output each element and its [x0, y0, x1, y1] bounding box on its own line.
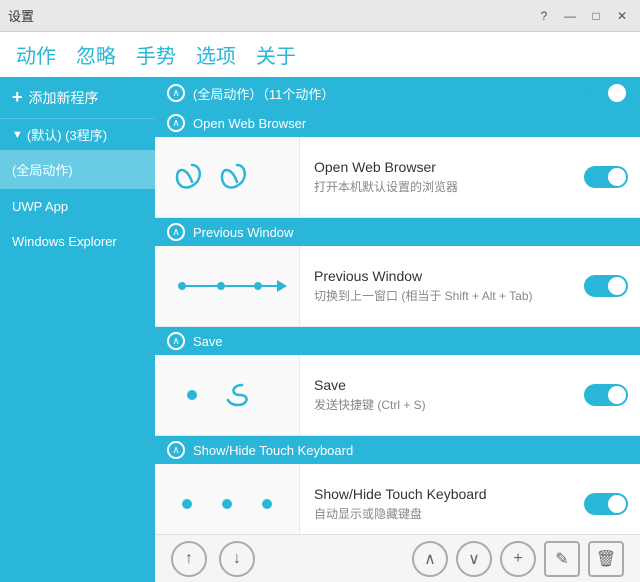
bottom-left-controls: ↑ ↓ [171, 541, 255, 577]
global-toggle[interactable] [584, 82, 628, 104]
right-content: ∧ (全局动作）（11个动作） ∧ Open Web Browser [155, 77, 640, 582]
delete-button[interactable]: 🗑 [588, 541, 624, 577]
nav-item-options[interactable]: 选项 [196, 40, 236, 69]
edit-icon: ✎ [555, 549, 568, 569]
next-button[interactable]: ∨ [456, 541, 492, 577]
gesture-svg-save [162, 365, 292, 425]
next-icon: ∨ [468, 549, 480, 569]
import-icon: ↓ [233, 550, 241, 568]
prev-icon: ∧ [424, 549, 436, 569]
sidebar-uwp-label: UWP App [12, 199, 68, 214]
pw-title: Previous Window [314, 268, 558, 284]
keyboard-toggle[interactable] [584, 493, 628, 515]
add-program-label: 添加新程序 [29, 88, 99, 108]
help-button[interactable]: ? [534, 6, 554, 26]
gesture-area-keyboard[interactable] [155, 464, 300, 534]
nav-item-ignore[interactable]: 忽略 [76, 40, 116, 69]
sidebar-default-section[interactable]: ▼ (默认) (3程序) [0, 119, 155, 150]
sidebar-item-windows-explorer[interactable]: Windows Explorer [0, 224, 155, 259]
bottom-bar: ↑ ↓ ∧ ∨ + ✎ [155, 534, 640, 582]
keyboard-desc: 自动显示或隐藏键盘 [314, 505, 558, 522]
action-info-owb: Open Web Browser 打开本机默认设置的浏览器 [300, 149, 572, 205]
keyboard-title: Show/Hide Touch Keyboard [314, 486, 558, 502]
global-collapse-icon[interactable]: ∧ [167, 84, 185, 102]
save-collapse-icon[interactable]: ∧ [167, 332, 185, 350]
action-row-keyboard: Show/Hide Touch Keyboard 自动显示或隐藏键盘 [155, 464, 640, 534]
maximize-button[interactable]: □ [586, 6, 606, 26]
save-section-label: Save [193, 334, 223, 349]
action-info-save: Save 发送快捷键 (Ctrl + S) [300, 367, 572, 423]
pw-collapse-icon[interactable]: ∧ [167, 223, 185, 241]
pw-toggle[interactable] [584, 275, 628, 297]
import-button[interactable]: ↓ [219, 541, 255, 577]
export-icon: ↑ [185, 550, 193, 568]
gesture-area-save[interactable] [155, 355, 300, 435]
sidebar: + 添加新程序 ▼ (默认) (3程序) (全局动作) UWP App Wind… [0, 77, 155, 582]
pw-desc: 切换到上一窗口 (相当于 Shift + Alt + Tab) [314, 287, 558, 304]
gesture-area-owb[interactable] [155, 137, 300, 217]
sidebar-item-global[interactable]: (全局动作) [0, 150, 155, 189]
owb-toggle[interactable] [584, 166, 628, 188]
section-header-previous-window: ∧ Previous Window [155, 218, 640, 246]
keyboard-toggle-area [572, 493, 640, 515]
close-button[interactable]: ✕ [612, 6, 632, 26]
add-icon: + [12, 87, 23, 108]
add-icon: + [513, 550, 522, 568]
save-toggle[interactable] [584, 384, 628, 406]
prev-button[interactable]: ∧ [412, 541, 448, 577]
edit-button[interactable]: ✎ [544, 541, 580, 577]
save-toggle-area [572, 384, 640, 406]
nav-bar: 动作 忽略 手势 选项 关于 [0, 32, 640, 77]
action-info-pw: Previous Window 切换到上一窗口 (相当于 Shift + Alt… [300, 258, 572, 314]
export-button[interactable]: ↑ [171, 541, 207, 577]
title-bar-controls: ? — □ ✕ [534, 6, 632, 26]
main-content: + 添加新程序 ▼ (默认) (3程序) (全局动作) UWP App Wind… [0, 77, 640, 582]
main-window: 设置 ? — □ ✕ 动作 忽略 手势 选项 关于 + 添加新程序 ▼ (默认)… [0, 0, 640, 582]
sidebar-default-label: (默认) (3程序) [27, 125, 107, 144]
bottom-right-controls: ∧ ∨ + ✎ 🗑 [412, 541, 624, 577]
collapse-icon: ▼ [12, 129, 23, 141]
title-bar-text: 设置 [8, 6, 34, 25]
gesture-area-pw[interactable] [155, 246, 300, 326]
actions-list: ∧ (全局动作）（11个动作） ∧ Open Web Browser [155, 77, 640, 534]
section-header-open-web-browser: ∧ Open Web Browser [155, 109, 640, 137]
action-info-keyboard: Show/Hide Touch Keyboard 自动显示或隐藏键盘 [300, 476, 572, 532]
pw-toggle-area [572, 275, 640, 297]
add-program-button[interactable]: + 添加新程序 [0, 77, 155, 119]
action-row-save: Save 发送快捷键 (Ctrl + S) [155, 355, 640, 436]
sidebar-windows-explorer-label: Windows Explorer [12, 234, 117, 249]
sidebar-item-uwp[interactable]: UWP App [0, 189, 155, 224]
owb-collapse-icon[interactable]: ∧ [167, 114, 185, 132]
gesture-svg-owb [162, 147, 292, 207]
gesture-svg-keyboard [162, 474, 292, 534]
gesture-svg-pw [162, 256, 292, 316]
global-actions-header: ∧ (全局动作）（11个动作） [155, 77, 640, 109]
nav-item-action[interactable]: 动作 [16, 40, 56, 69]
title-bar: 设置 ? — □ ✕ [0, 0, 640, 32]
delete-icon: 🗑 [596, 549, 616, 569]
section-header-save: ∧ Save [155, 327, 640, 355]
sidebar-global-label: (全局动作) [12, 163, 73, 178]
action-row-open-web-browser: Open Web Browser 打开本机默认设置的浏览器 [155, 137, 640, 218]
keyboard-section-label: Show/Hide Touch Keyboard [193, 443, 353, 458]
global-actions-label: (全局动作）（11个动作） [193, 84, 334, 103]
save-desc: 发送快捷键 (Ctrl + S) [314, 396, 558, 413]
owb-toggle-area [572, 166, 640, 188]
minimize-button[interactable]: — [560, 6, 580, 26]
section-header-keyboard: ∧ Show/Hide Touch Keyboard [155, 436, 640, 464]
save-title: Save [314, 377, 558, 393]
action-row-previous-window: Previous Window 切换到上一窗口 (相当于 Shift + Alt… [155, 246, 640, 327]
pw-section-label: Previous Window [193, 225, 293, 240]
owb-desc: 打开本机默认设置的浏览器 [314, 178, 558, 195]
add-action-button[interactable]: + [500, 541, 536, 577]
nav-item-about[interactable]: 关于 [256, 40, 296, 69]
owb-title: Open Web Browser [314, 159, 558, 175]
nav-item-gesture[interactable]: 手势 [136, 40, 176, 69]
owb-section-label: Open Web Browser [193, 116, 306, 131]
keyboard-collapse-icon[interactable]: ∧ [167, 441, 185, 459]
